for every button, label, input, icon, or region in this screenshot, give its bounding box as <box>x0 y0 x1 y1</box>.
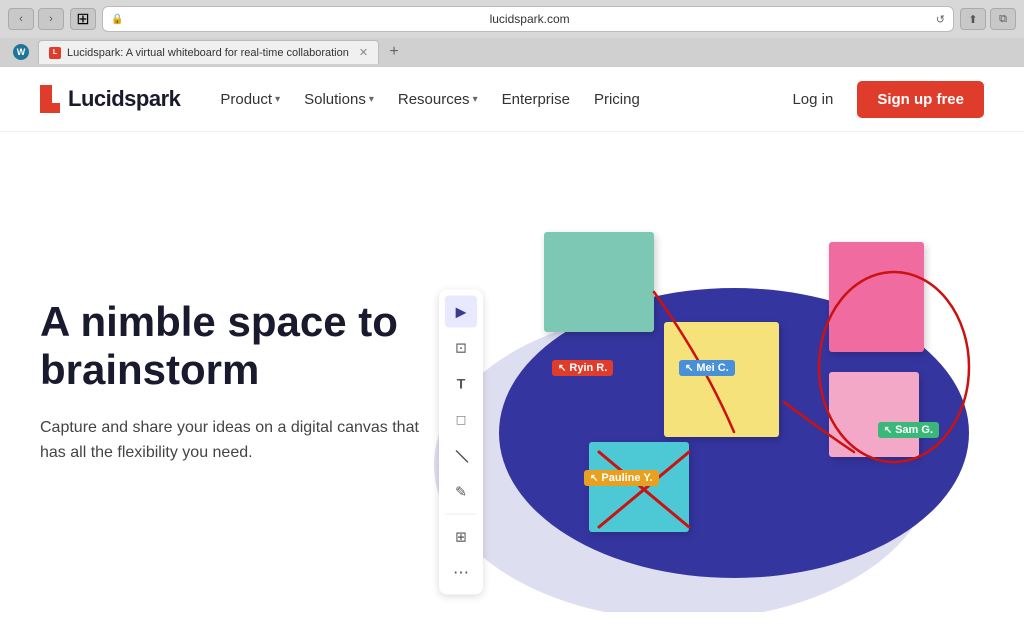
shape-tool[interactable]: □ <box>445 404 477 436</box>
browser-chrome: ‹ › ⊞ 🔒 lucidspark.com ↺ ⬆ ⧉ W L Lucidsp… <box>0 0 1024 67</box>
product-chevron-icon: ▾ <box>275 94 280 105</box>
nav-buttons: ‹ › <box>8 8 64 30</box>
grid-tool[interactable]: ⊞ <box>445 521 477 553</box>
logo-text: Lucidspark <box>68 86 180 112</box>
tab-favicon: L <box>49 47 61 59</box>
tool-panel: ▶ ⊡ T □ | ✎ ⊞ ⋯ <box>439 290 483 595</box>
reload-icon[interactable]: ↺ <box>936 13 945 26</box>
sidebar-button[interactable]: ⊞ <box>70 8 96 30</box>
cursor-arrow-sam: ↖ <box>884 425 892 436</box>
text-tool[interactable]: T <box>445 368 477 400</box>
back-button[interactable]: ‹ <box>8 8 34 30</box>
select-tool[interactable]: ▶ <box>445 296 477 328</box>
new-window-button[interactable]: ⧉ <box>990 8 1016 30</box>
address-bar[interactable]: 🔒 lucidspark.com ↺ <box>102 6 954 32</box>
website-content: Lucidspark Product ▾ Solutions ▾ Resourc… <box>0 67 1024 612</box>
login-button[interactable]: Log in <box>780 83 845 116</box>
hero-subtext: Capture and share your ideas on a digita… <box>40 415 440 466</box>
nav-pricing[interactable]: Pricing <box>584 83 650 116</box>
signup-button[interactable]: Sign up free <box>857 81 984 118</box>
tab-close-button[interactable]: ✕ <box>359 46 368 59</box>
add-tab-button[interactable]: + <box>383 41 405 63</box>
cursor-mei: ↖ Mei C. <box>679 360 735 376</box>
hero-heading: A nimble space to brainstorm <box>40 298 440 395</box>
cursor-arrow-mei: ↖ <box>685 363 693 374</box>
hero-text-block: A nimble space to brainstorm Capture and… <box>40 298 440 466</box>
nav-links: Product ▾ Solutions ▾ Resources ▾ Enterp… <box>210 83 780 116</box>
url-text: lucidspark.com <box>129 12 929 26</box>
sticky-note-cyan[interactable] <box>589 442 689 532</box>
tab-title: Lucidspark: A virtual whiteboard for rea… <box>67 47 349 59</box>
cursor-arrow-ryin: ↖ <box>558 363 566 374</box>
share-button[interactable]: ⬆ <box>960 8 986 30</box>
nav-solutions[interactable]: Solutions ▾ <box>294 83 384 116</box>
browser-toolbar: ‹ › ⊞ 🔒 lucidspark.com ↺ ⬆ ⧉ <box>0 0 1024 38</box>
tab-bar: W L Lucidspark: A virtual whiteboard for… <box>0 38 1024 66</box>
nav-actions: Log in Sign up free <box>780 81 984 118</box>
cursor-ryin: ↖ Ryin R. <box>552 360 613 376</box>
sticky-note-pink[interactable] <box>829 242 924 352</box>
lock-icon: 🔒 <box>111 14 123 25</box>
logo-icon <box>40 85 60 113</box>
forward-button[interactable]: › <box>38 8 64 30</box>
logo-link[interactable]: Lucidspark <box>40 85 180 113</box>
cursor-arrow-pauline: ↖ <box>590 473 598 484</box>
hero-section: A nimble space to brainstorm Capture and… <box>0 132 1024 612</box>
browser-action-buttons: ⬆ ⧉ <box>960 8 1016 30</box>
nav-resources[interactable]: Resources ▾ <box>388 83 488 116</box>
frame-tool[interactable]: ⊡ <box>445 332 477 364</box>
solutions-chevron-icon: ▾ <box>369 94 374 105</box>
cursor-sam: ↖ Sam G. <box>878 422 939 438</box>
pen-tool[interactable]: ✎ <box>445 476 477 508</box>
sticky-note-yellow[interactable] <box>664 322 779 437</box>
nav-enterprise[interactable]: Enterprise <box>492 83 580 116</box>
wordpress-icon: W <box>8 41 34 63</box>
canvas-illustration: ▶ ⊡ T □ | ✎ ⊞ ⋯ ↖ Ryin <box>424 212 1024 612</box>
line-tool[interactable]: | <box>438 433 483 478</box>
sticky-note-teal[interactable] <box>544 232 654 332</box>
resources-chevron-icon: ▾ <box>473 94 478 105</box>
more-tool[interactable]: ⋯ <box>445 557 477 589</box>
active-tab[interactable]: L Lucidspark: A virtual whiteboard for r… <box>38 40 379 64</box>
sticky-note-pink-light[interactable] <box>829 372 919 457</box>
navigation: Lucidspark Product ▾ Solutions ▾ Resourc… <box>0 67 1024 132</box>
nav-product[interactable]: Product ▾ <box>210 83 290 116</box>
cursor-pauline: ↖ Pauline Y. <box>584 470 659 486</box>
tool-divider <box>445 514 477 515</box>
